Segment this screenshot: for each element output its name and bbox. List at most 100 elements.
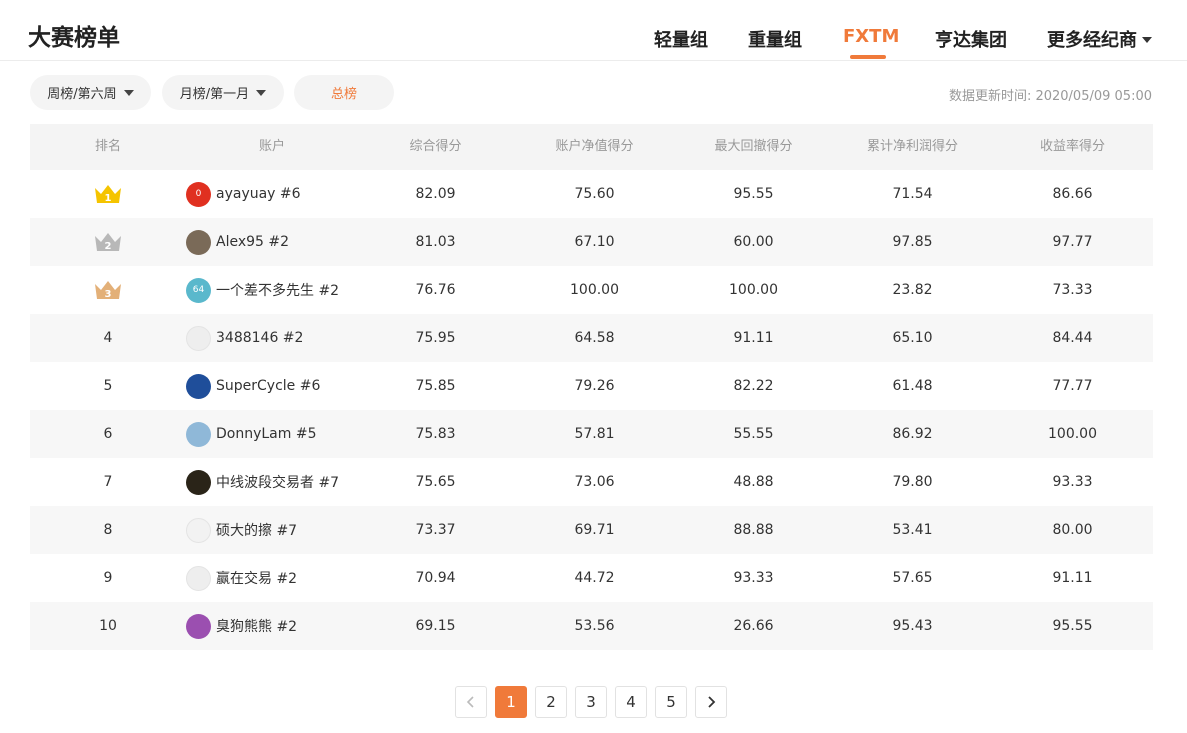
equity-score: 64.58 — [574, 330, 615, 346]
rank-cell: 8 — [30, 506, 186, 554]
page-button-3[interactable]: 3 — [575, 686, 607, 718]
avatar — [186, 325, 211, 351]
table-row: 9 赢在交易 #2 70.94 44.72 93.33 57.65 91.11 — [30, 554, 1153, 602]
active-tab-indicator — [850, 55, 886, 59]
col-header-return: 收益率得分 — [1039, 139, 1105, 154]
rank-number: 10 — [99, 618, 117, 634]
account-name: ayayuay #6 — [216, 186, 301, 202]
total-ranking-button[interactable]: 总榜 — [294, 75, 394, 110]
update-time: 数据更新时间: 2020/05/09 05:00 — [948, 89, 1152, 104]
avatar — [186, 373, 211, 399]
rank-number: 6 — [103, 426, 113, 442]
page-button-2[interactable]: 2 — [535, 686, 567, 718]
total-score: 75.95 — [415, 330, 456, 346]
return-score: 80.00 — [1052, 522, 1093, 538]
total-score: 75.83 — [415, 426, 456, 442]
rank-number: 8 — [103, 522, 113, 538]
rank-cell: 6 — [30, 410, 186, 458]
total-score: 76.76 — [415, 282, 456, 298]
crown-icon: 3 — [95, 281, 121, 300]
rank-number: 9 — [103, 570, 113, 586]
profit-score: 97.85 — [892, 234, 933, 250]
equity-score: 73.06 — [574, 474, 615, 490]
crown-rank-number: 3 — [105, 289, 112, 300]
page-button-5[interactable]: 5 — [655, 686, 687, 718]
prev-page-button[interactable] — [455, 686, 487, 718]
return-score: 97.77 — [1052, 234, 1093, 250]
col-header-rank: 排名 — [94, 139, 121, 154]
col-header-total: 综合得分 — [409, 139, 462, 154]
table-row: 2 Alex95 #2 81.03 67.10 60.00 97.85 97.77 — [30, 218, 1153, 266]
drawdown-score: 100.00 — [729, 282, 778, 298]
equity-score: 75.60 — [574, 186, 615, 202]
total-score: 82.09 — [415, 186, 456, 202]
col-header-account: 账户 — [258, 139, 285, 154]
avatar — [186, 517, 211, 543]
table-row: 8 硕大的擦 #7 73.37 69.71 88.88 53.41 80.00 — [30, 506, 1153, 554]
broker-nav: 轻量组 重量组 FXTM 亨达集团 更多经纪商 — [0, 26, 1187, 60]
leaderboard-table: 排名 账户 综合得分 账户净值得分 最大回撤得分 累计净利润得分 收益率得分 1… — [30, 124, 1153, 650]
tab-light[interactable]: 轻量组 — [654, 26, 708, 52]
table-row: 6 DonnyLam #5 75.83 57.81 55.55 86.92 100.00 — [30, 410, 1153, 458]
drawdown-score: 60.00 — [733, 234, 774, 250]
tab-henda[interactable]: 亨达集团 — [935, 26, 1007, 52]
account-name: DonnyLam #5 — [216, 426, 317, 442]
rank-number: 4 — [103, 330, 113, 346]
drawdown-score: 82.22 — [733, 378, 774, 394]
equity-score: 67.10 — [574, 234, 615, 250]
rank-cell: 10 — [30, 602, 186, 650]
return-score: 73.33 — [1052, 282, 1093, 298]
avatar — [186, 421, 211, 447]
equity-score: 79.26 — [574, 378, 615, 394]
rank-cell: 4 — [30, 314, 186, 362]
avatar — [186, 613, 211, 639]
profit-score: 95.43 — [892, 618, 933, 634]
equity-score: 57.81 — [574, 426, 615, 442]
chevron-down-icon — [123, 89, 134, 96]
account-name: 硕大的擦 #7 — [216, 523, 298, 539]
table-row: 1 0 ayayuay #6 82.09 75.60 95.55 71.54 86.66 — [30, 170, 1153, 218]
tab-heavy[interactable]: 重量组 — [748, 26, 802, 52]
account-name: 赢在交易 #2 — [216, 571, 298, 587]
avatar — [186, 229, 211, 255]
return-score: 77.77 — [1052, 378, 1093, 394]
table-body: 1 0 ayayuay #6 82.09 75.60 95.55 71.54 86.66 2 Al… — [30, 170, 1153, 650]
tab-more-brokers[interactable]: 更多经纪商 — [1047, 26, 1152, 52]
page-button-4[interactable]: 4 — [615, 686, 647, 718]
return-score: 95.55 — [1052, 618, 1093, 634]
table-row: 7 中线波段交易者 #7 75.65 73.06 48.88 79.80 93.33 — [30, 458, 1153, 506]
filter-bar: 周榜/第六周 月榜/第一月 总榜 数据更新时间: 2020/05/09 05:0… — [0, 75, 1187, 111]
weekly-filter-dropdown[interactable]: 周榜/第六周 — [30, 75, 151, 110]
rank-cell: 2 — [30, 218, 186, 266]
chevron-down-icon — [1142, 36, 1152, 43]
next-page-button[interactable] — [695, 686, 727, 718]
total-score: 75.85 — [415, 378, 456, 394]
equity-score: 100.00 — [570, 282, 619, 298]
tab-more-brokers-label: 更多经纪商 — [1047, 30, 1137, 51]
page-button-1[interactable]: 1 — [495, 686, 527, 718]
account-name: 3488146 #2 — [216, 330, 304, 346]
avatar: 0 — [186, 181, 211, 207]
table-row: 5 SuperCycle #6 75.85 79.26 82.22 61.48 77.77 — [30, 362, 1153, 410]
profit-score: 71.54 — [892, 186, 933, 202]
rank-number: 5 — [103, 378, 113, 394]
profit-score: 53.41 — [892, 522, 933, 538]
monthly-filter-dropdown[interactable]: 月榜/第一月 — [162, 75, 284, 110]
total-score: 73.37 — [415, 522, 456, 538]
drawdown-score: 88.88 — [733, 522, 774, 538]
drawdown-score: 48.88 — [733, 474, 774, 490]
return-score: 91.11 — [1052, 570, 1093, 586]
profit-score: 23.82 — [892, 282, 933, 298]
rank-cell: 1 — [30, 170, 186, 218]
rank-cell: 3 — [30, 266, 186, 314]
return-score: 84.44 — [1052, 330, 1093, 346]
profit-score: 79.80 — [892, 474, 933, 490]
table-row: 10 臭狗熊熊 #2 69.15 53.56 26.66 95.43 95.55 — [30, 602, 1153, 650]
monthly-filter-label: 月榜/第一月 — [179, 87, 250, 102]
table-row: 3 64 一个差不多先生 #2 76.76 100.00 100.00 23.82 73.33 — [30, 266, 1153, 314]
rank-number: 7 — [103, 474, 113, 490]
table-header: 排名 账户 综合得分 账户净值得分 最大回撤得分 累计净利润得分 收益率得分 — [30, 124, 1153, 170]
chevron-right-icon — [708, 696, 716, 708]
table-row: 4 3488146 #2 75.95 64.58 91.11 65.10 84.44 — [30, 314, 1153, 362]
tab-fxtm[interactable]: FXTM — [843, 26, 899, 47]
